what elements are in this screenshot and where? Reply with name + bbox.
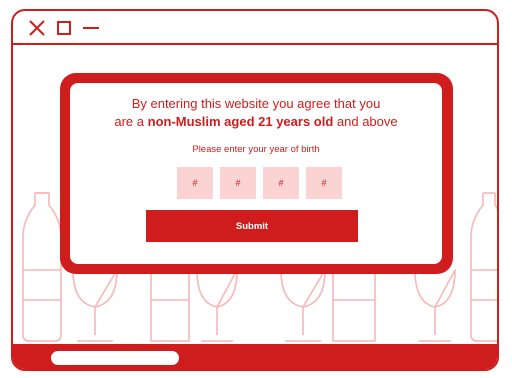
birth-year-digit-1[interactable]: # (177, 167, 213, 199)
headline-line2-prefix: are a (114, 114, 148, 129)
birth-year-digit-2[interactable]: # (220, 167, 256, 199)
birth-year-instruction: Please enter your year of birth (192, 144, 320, 155)
submit-button[interactable]: Submit (146, 210, 358, 242)
close-icon[interactable] (27, 18, 47, 38)
address-bar[interactable] (51, 351, 179, 365)
modal-headline: By entering this website you agree that … (70, 95, 442, 131)
window-titlebar (13, 11, 497, 45)
minimize-icon[interactable] (81, 18, 101, 38)
maximize-icon[interactable] (55, 18, 75, 38)
headline-line2-suffix: and above (333, 114, 398, 129)
window-footer (13, 344, 497, 369)
birth-year-digit-4[interactable]: # (306, 167, 342, 199)
headline-line1: By entering this website you agree that … (131, 96, 381, 111)
headline-line2-bold: non-Muslim aged 21 years old (147, 114, 334, 129)
birth-year-digit-3[interactable]: # (263, 167, 299, 199)
age-gate-modal: By entering this website you agree that … (70, 83, 442, 264)
